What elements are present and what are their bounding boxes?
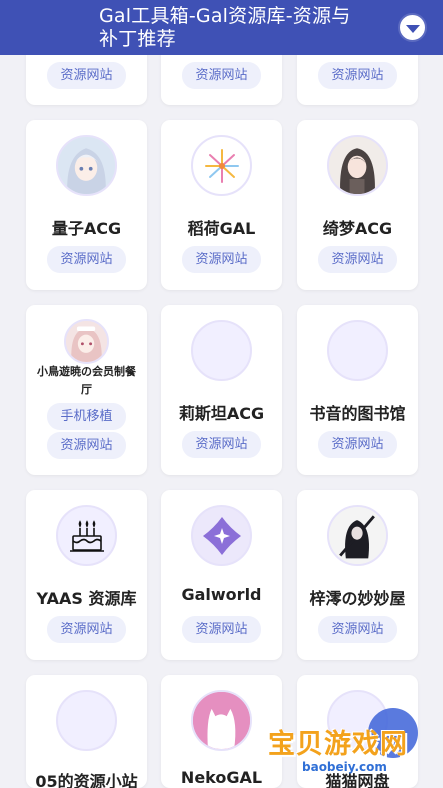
site-card-yaas[interactable]: YAAS 资源库 资源网站	[26, 490, 147, 660]
site-card-shuyin[interactable]: 书音的图书馆 资源网站	[297, 305, 418, 475]
site-card-zilin[interactable]: 梓澪の妙妙屋 资源网站	[297, 490, 418, 660]
site-name: 梓澪の妙妙屋	[309, 589, 406, 608]
site-card-xiaoniaoyou[interactable]: 小鳥遊暁の会员制餐厅 手机移植 资源网站	[26, 305, 147, 475]
site-name: 书音的图书馆	[309, 404, 406, 423]
site-name: 稻荷GAL	[187, 219, 256, 238]
anime-girl-avatar	[56, 135, 117, 196]
site-name: 小鳥遊暁の会员制餐厅	[37, 365, 136, 396]
blank-avatar	[191, 320, 252, 381]
site-name: 05的资源小站	[35, 772, 138, 788]
tag-resource-site[interactable]: 资源网站	[47, 62, 126, 89]
tag-mobile-port[interactable]: 手机移植	[47, 403, 126, 430]
watermark: 宝贝游戏网 baobeiy.com	[268, 700, 428, 782]
pink-hair-girl-avatar	[64, 319, 109, 364]
sword-girl-avatar	[327, 505, 388, 566]
site-name: Galworld	[181, 585, 262, 604]
page-title: Gal工具箱-Gal资源库-资源与补丁推荐	[99, 5, 351, 50]
firework-logo	[191, 135, 252, 196]
dark-hair-girl-avatar	[327, 135, 388, 196]
tag-resource-site[interactable]: 资源网站	[182, 616, 261, 643]
tag-resource-site[interactable]: 资源网站	[318, 431, 397, 458]
site-grid: 资源网站 资源网站 资源网站 量子ACG 资源网站 稻荷GAL 资源网站 绮梦A…	[0, 0, 443, 788]
tag-resource-site[interactable]: 资源网站	[182, 431, 261, 458]
tag-resource-site[interactable]: 资源网站	[47, 432, 126, 459]
tag-resource-site[interactable]: 资源网站	[47, 616, 126, 643]
site-card-05[interactable]: 05的资源小站	[26, 675, 147, 788]
site-card-galworld[interactable]: Galworld 资源网站	[161, 490, 282, 660]
blank-avatar	[327, 320, 388, 381]
site-name: 绮梦ACG	[322, 219, 393, 238]
cat-silhouette-logo	[191, 690, 252, 751]
chevron-down-icon[interactable]	[398, 13, 427, 42]
watermark-text: 宝贝游戏网	[268, 729, 408, 760]
site-card-liangzi[interactable]: 量子ACG 资源网站	[26, 120, 147, 290]
site-card-nekogal[interactable]: NekoGAL	[161, 675, 282, 788]
site-card-lisitan[interactable]: 莉斯坦ACG 资源网站	[161, 305, 282, 475]
site-name: 莉斯坦ACG	[178, 404, 265, 423]
tag-resource-site[interactable]: 资源网站	[318, 616, 397, 643]
site-card-daohe[interactable]: 稻荷GAL 资源网站	[161, 120, 282, 290]
site-name: 量子ACG	[51, 219, 122, 238]
tag-resource-site[interactable]: 资源网站	[47, 246, 126, 273]
cake-icon	[56, 505, 117, 566]
tag-resource-site[interactable]: 资源网站	[318, 246, 397, 273]
app-header: Gal工具箱-Gal资源库-资源与补丁推荐	[0, 0, 443, 55]
site-name: NekoGAL	[180, 768, 263, 787]
site-name: YAAS 资源库	[36, 589, 137, 608]
site-card-qimeng[interactable]: 绮梦ACG 资源网站	[297, 120, 418, 290]
tag-resource-site[interactable]: 资源网站	[182, 246, 261, 273]
star-clover-logo	[191, 505, 252, 566]
tag-resource-site[interactable]: 资源网站	[318, 62, 397, 89]
watermark-url: baobeiy.com	[302, 760, 387, 774]
tag-resource-site[interactable]: 资源网站	[182, 62, 261, 89]
blank-avatar	[56, 690, 117, 751]
